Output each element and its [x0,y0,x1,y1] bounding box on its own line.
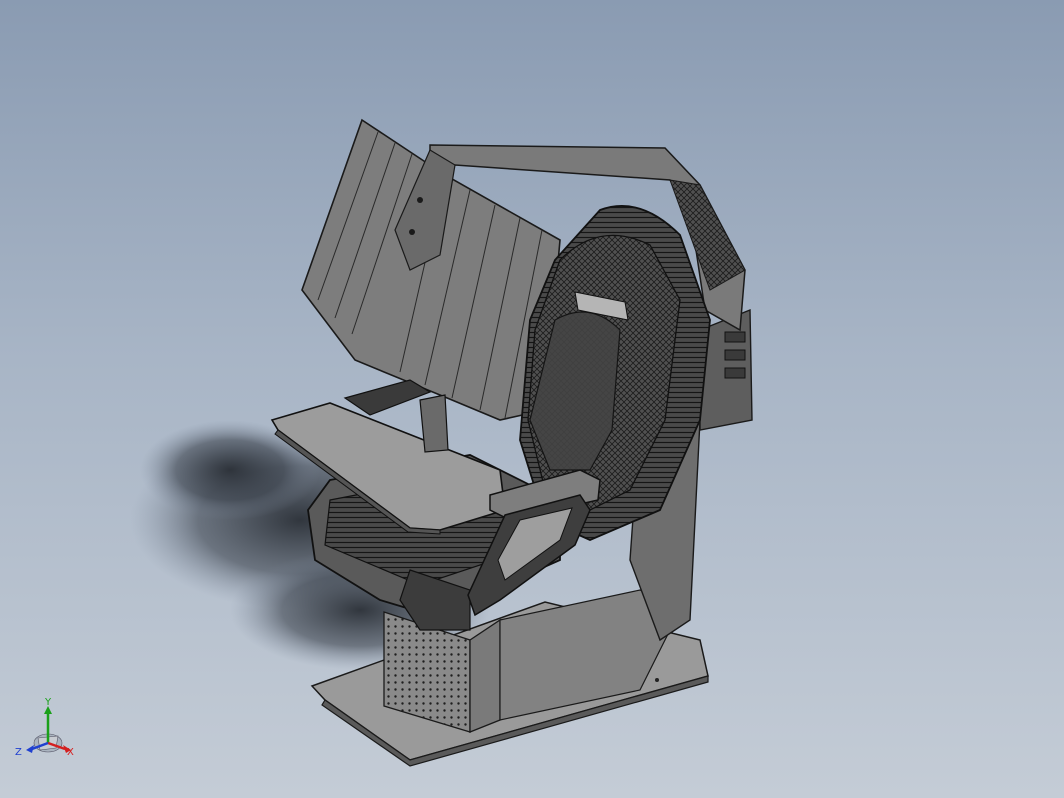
axis-triad[interactable]: Y X Z [10,698,80,768]
graphics-viewport[interactable]: Y X Z [0,0,1064,798]
gaming-chair-model[interactable] [0,0,1064,798]
z-axis-label: Z [15,747,22,758]
y-axis-label: Y [44,698,52,708]
x-axis-label: X [67,747,74,758]
